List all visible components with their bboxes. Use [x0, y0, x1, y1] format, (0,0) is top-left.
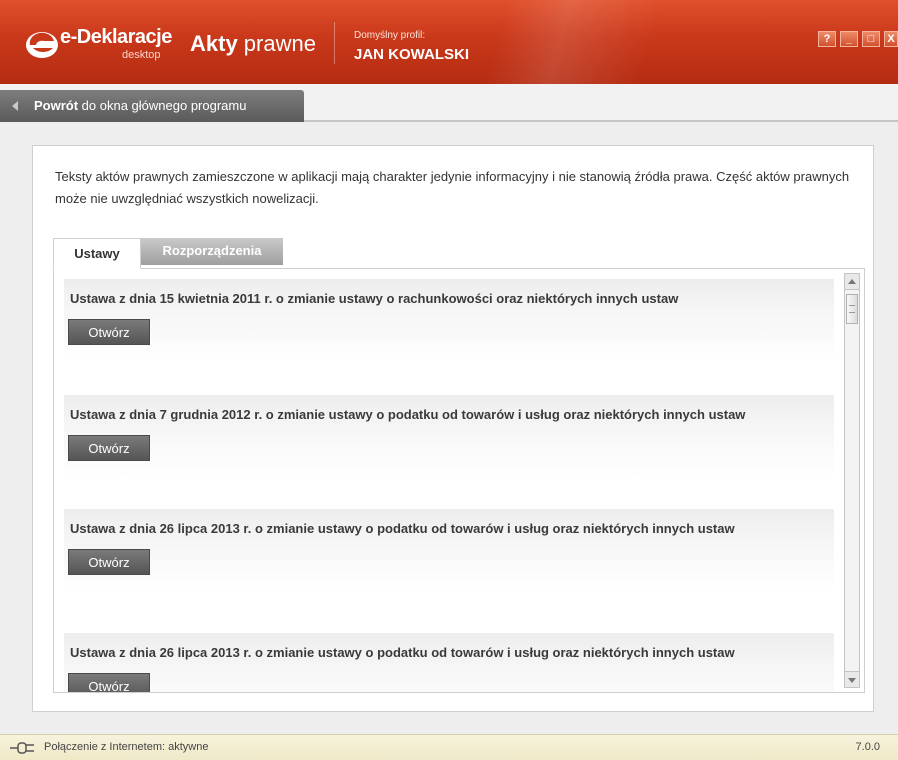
open-button[interactable]: Otwórz [68, 435, 150, 461]
list-item: Ustawa z dnia 15 kwietnia 2011 r. o zmia… [64, 279, 834, 363]
profile-name[interactable]: JAN KOWALSKI [354, 46, 469, 63]
scroll-thumb[interactable] [846, 294, 858, 324]
list-item: Ustawa z dnia 7 grudnia 2012 r. o zmiani… [64, 395, 834, 479]
act-title: Ustawa z dnia 26 lipca 2013 r. o zmianie… [70, 521, 735, 536]
back-arrow-icon [12, 101, 18, 111]
version-label: 7.0.0 [855, 741, 880, 753]
status-bar: Połączenie z Internetem: aktywne 7.0.0 [0, 734, 898, 760]
brand-subtitle: desktop [122, 49, 161, 61]
scroll-up-icon[interactable] [845, 274, 859, 290]
close-button[interactable]: X [884, 31, 898, 47]
acts-list[interactable]: Ustawa z dnia 15 kwietnia 2011 r. o zmia… [53, 268, 865, 693]
act-title: Ustawa z dnia 26 lipca 2013 r. o zmianie… [70, 645, 735, 660]
module-title-rest: prawne [237, 31, 316, 56]
open-button[interactable]: Otwórz [68, 549, 150, 575]
module-title-bold: Akty [190, 31, 238, 56]
tab-rozporzadzenia[interactable]: Rozporządzenia [141, 238, 283, 265]
list-item: Ustawa z dnia 26 lipca 2013 r. o zmianie… [64, 633, 834, 692]
plug-icon [10, 742, 34, 754]
legal-acts-panel: Teksty aktów prawnych zamieszczone w apl… [32, 145, 874, 712]
scroll-down-icon[interactable] [845, 671, 859, 687]
brand-name: e-Deklaracje [60, 26, 172, 48]
e-deklaracje-logo-icon [26, 32, 58, 58]
open-button[interactable]: Otwórz [68, 673, 150, 692]
minimize-button[interactable]: _ [840, 31, 858, 47]
back-label-bold: Powrót [34, 98, 79, 113]
module-title: Akty prawne [190, 31, 316, 57]
app-window: e-Deklaracje desktop Akty prawne Domyśln… [0, 0, 898, 760]
back-label: Powrót do okna głównego programu [34, 98, 246, 113]
title-separator [334, 22, 335, 64]
tab-ustawy[interactable]: Ustawy [53, 238, 141, 269]
disclaimer-text: Teksty aktów prawnych zamieszczone w apl… [55, 169, 850, 206]
help-button[interactable]: ? [818, 31, 836, 47]
connection-status: Połączenie z Internetem: aktywne [44, 741, 209, 753]
title-bar: e-Deklaracje desktop Akty prawne Domyśln… [0, 0, 898, 84]
open-button[interactable]: Otwórz [68, 319, 150, 345]
act-title: Ustawa z dnia 15 kwietnia 2011 r. o zmia… [70, 291, 679, 306]
maximize-button[interactable]: □ [862, 31, 880, 47]
back-label-rest: do okna głównego programu [78, 98, 247, 113]
vertical-scrollbar[interactable] [844, 273, 860, 688]
back-to-main-button[interactable]: Powrót do okna głównego programu [0, 90, 304, 122]
act-title: Ustawa z dnia 7 grudnia 2012 r. o zmiani… [70, 407, 746, 422]
list-item: Ustawa z dnia 26 lipca 2013 r. o zmianie… [64, 509, 834, 593]
profile-label: Domyślny profil: [354, 30, 426, 41]
